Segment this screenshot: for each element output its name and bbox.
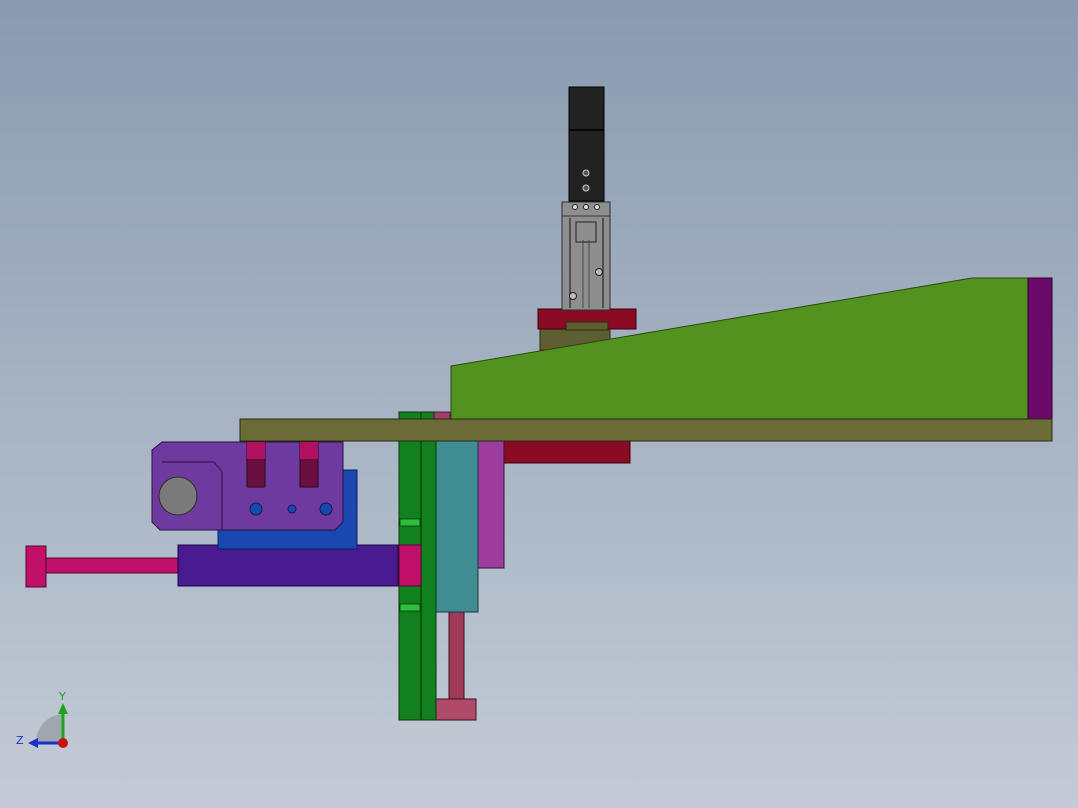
gripper-screw-3 bbox=[594, 204, 600, 210]
slide-connector[interactable] bbox=[398, 544, 422, 587]
cad-viewport[interactable]: Y Z bbox=[0, 0, 1078, 808]
bracket-hole-2 bbox=[287, 504, 297, 514]
bracket-hole-3 bbox=[319, 502, 333, 516]
bracket-slot-1-top bbox=[247, 442, 265, 459]
gripper-screw-2 bbox=[583, 204, 589, 210]
gripper-screw-1 bbox=[572, 204, 578, 210]
teal-cylinder-body[interactable] bbox=[435, 439, 479, 613]
bracket-hole-1 bbox=[249, 502, 263, 516]
green-column-slot-1 bbox=[399, 518, 421, 527]
magenta-strip[interactable] bbox=[477, 439, 505, 569]
bracket-slot-2-top bbox=[300, 442, 318, 459]
purple-slide-body[interactable] bbox=[177, 544, 399, 587]
gripper-screw-5 bbox=[569, 292, 577, 300]
triad-x-origin-icon bbox=[58, 738, 68, 748]
gripper-screw-4 bbox=[595, 268, 603, 276]
green-column-slot-2 bbox=[399, 603, 421, 612]
cad-canvas: Y Z bbox=[0, 0, 1078, 808]
under-block[interactable] bbox=[499, 439, 631, 464]
triad-z-label: Z bbox=[16, 734, 24, 747]
triad-y-label: Y bbox=[58, 690, 66, 703]
gripper-flange-inner[interactable] bbox=[565, 321, 609, 331]
base-plate[interactable] bbox=[239, 418, 1053, 442]
gripper-actuator-port-2 bbox=[582, 184, 590, 192]
bracket-bore bbox=[158, 476, 198, 516]
gripper-actuator-port-1 bbox=[582, 169, 590, 177]
cylinder-rod-foot[interactable] bbox=[433, 698, 477, 721]
side-rod-end-cap[interactable] bbox=[25, 545, 47, 588]
gripper-actuator-body[interactable] bbox=[568, 86, 605, 202]
wedge-end-plate[interactable] bbox=[1027, 277, 1053, 420]
cylinder-rod[interactable] bbox=[448, 609, 465, 701]
side-rod[interactable] bbox=[45, 557, 181, 574]
